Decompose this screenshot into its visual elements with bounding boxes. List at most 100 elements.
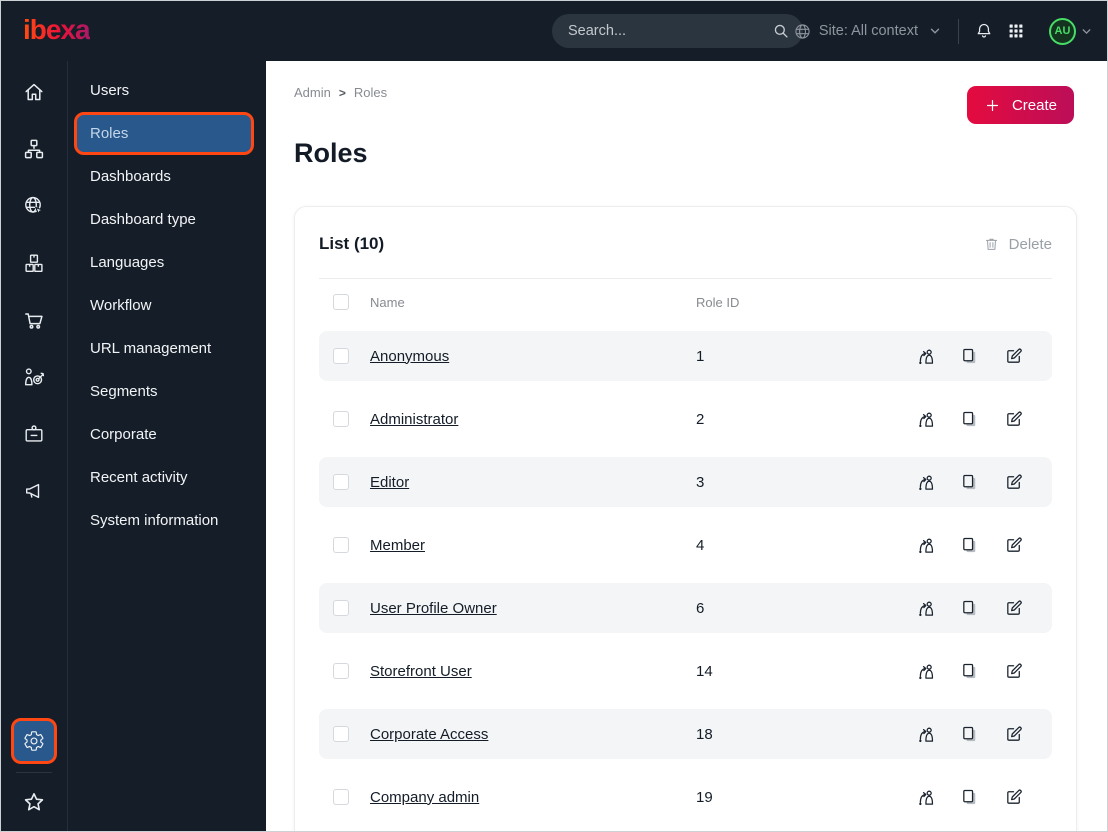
assign-users-icon[interactable] (916, 598, 936, 618)
globe-cursor-icon[interactable] (12, 184, 56, 228)
menu-item-languages[interactable]: Languages (68, 241, 266, 284)
assign-users-icon[interactable] (916, 724, 936, 744)
edit-icon[interactable] (1004, 661, 1024, 681)
copy-icon[interactable] (960, 409, 980, 429)
main-content: Admin > Roles Create Roles List (10) Del… (266, 61, 1107, 831)
role-name-link[interactable]: Storefront User (370, 663, 696, 680)
column-header-name: Name (370, 294, 405, 310)
create-button-label: Create (1011, 96, 1057, 114)
role-id-value: 2 (696, 410, 705, 428)
menu-item-corporate[interactable]: Corporate (68, 413, 266, 456)
person-target-icon[interactable] (12, 355, 56, 399)
role-name-link[interactable]: Corporate Access (370, 726, 696, 743)
role-id-value: 4 (696, 536, 705, 554)
menu-item-recent-activity[interactable]: Recent activity (68, 456, 266, 499)
home-icon[interactable] (12, 70, 56, 114)
role-id-value: 6 (696, 599, 705, 617)
menu-item-workflow[interactable]: Workflow (68, 284, 266, 327)
app-grid-icon[interactable] (1007, 22, 1025, 40)
role-name-link[interactable]: Anonymous (370, 348, 696, 365)
user-avatar[interactable]: AU (1049, 17, 1076, 45)
table-row-company-admin: Company admin 19 (319, 772, 1052, 822)
assign-users-icon[interactable] (916, 535, 936, 555)
delete-button-label: Delete (1008, 235, 1052, 253)
edit-icon[interactable] (1004, 409, 1024, 429)
search-icon[interactable] (772, 22, 790, 40)
chevron-down-icon[interactable] (1080, 25, 1093, 38)
edit-icon[interactable] (1004, 346, 1024, 366)
chevron-down-icon[interactable] (928, 24, 942, 38)
star-icon[interactable] (12, 781, 56, 825)
role-name-link[interactable]: Member (370, 537, 696, 554)
id-card-icon[interactable] (12, 412, 56, 456)
plus-icon (984, 97, 1001, 114)
edit-icon[interactable] (1004, 724, 1024, 744)
row-checkbox[interactable] (333, 537, 349, 553)
select-all-checkbox[interactable] (333, 294, 349, 310)
row-checkbox[interactable] (333, 789, 349, 805)
row-checkbox[interactable] (333, 663, 349, 679)
column-header-role-id: Role ID (696, 294, 740, 310)
edit-icon[interactable] (1004, 535, 1024, 555)
topbar: ibexa Site: All context (1, 1, 1107, 61)
copy-icon[interactable] (960, 787, 980, 807)
row-checkbox[interactable] (333, 411, 349, 427)
menu-item-segments[interactable]: Segments (68, 370, 266, 413)
copy-icon[interactable] (960, 346, 980, 366)
assign-users-icon[interactable] (916, 472, 936, 492)
copy-icon[interactable] (960, 535, 980, 555)
breadcrumb-admin[interactable]: Admin (294, 85, 331, 100)
trash-icon (983, 236, 1000, 253)
search-input[interactable] (568, 23, 772, 39)
create-button[interactable]: Create (966, 86, 1074, 124)
role-name-link[interactable]: Administrator (370, 411, 696, 428)
ibexa-logo[interactable]: ibexa (23, 14, 91, 46)
table-row-storefront-user: Storefront User 14 (319, 646, 1052, 696)
notifications-bell-icon[interactable] (974, 21, 994, 41)
menu-item-system-information[interactable]: System information (68, 499, 266, 542)
table-row-member: Member 4 (319, 520, 1052, 570)
row-checkbox[interactable] (333, 348, 349, 364)
table-row-user-profile-owner: User Profile Owner 6 (319, 583, 1052, 633)
copy-icon[interactable] (960, 472, 980, 492)
row-checkbox[interactable] (333, 726, 349, 742)
row-checkbox[interactable] (333, 600, 349, 616)
boxes-icon[interactable] (12, 241, 56, 285)
row-actions (916, 535, 1024, 555)
delete-button[interactable]: Delete (983, 236, 1052, 253)
globe-icon (793, 22, 812, 41)
topbar-divider (958, 18, 959, 44)
edit-icon[interactable] (1004, 472, 1024, 492)
role-id-value: 18 (696, 725, 713, 743)
breadcrumb-current: Roles (353, 85, 388, 100)
role-name-link[interactable]: Company admin (370, 789, 696, 806)
breadcrumb-separator: > (338, 85, 346, 100)
row-checkbox[interactable] (333, 474, 349, 490)
role-name-link[interactable]: User Profile Owner (370, 600, 696, 617)
menu-item-url-management[interactable]: URL management (68, 327, 266, 370)
table-row-administrator: Administrator 2 (319, 394, 1052, 444)
org-chart-icon[interactable] (12, 127, 56, 171)
assign-users-icon[interactable] (916, 661, 936, 681)
site-context-selector[interactable]: Site: All context (819, 23, 918, 39)
menu-item-dashboard-type[interactable]: Dashboard type (68, 198, 266, 241)
menu-item-users[interactable]: Users (68, 69, 266, 112)
row-actions (916, 409, 1024, 429)
copy-icon[interactable] (960, 661, 980, 681)
table-row-corporate-access: Corporate Access 18 (319, 709, 1052, 759)
menu-list: Users Roles Dashboards Dashboard type La… (68, 69, 266, 542)
assign-users-icon[interactable] (916, 409, 936, 429)
gear-icon[interactable] (11, 718, 57, 764)
page-title: Roles (294, 138, 368, 168)
assign-users-icon[interactable] (916, 346, 936, 366)
edit-icon[interactable] (1004, 598, 1024, 618)
cart-icon[interactable] (12, 298, 56, 342)
role-name-link[interactable]: Editor (370, 474, 696, 491)
menu-item-dashboards[interactable]: Dashboards (68, 155, 266, 198)
menu-item-roles[interactable]: Roles (74, 112, 254, 155)
copy-icon[interactable] (960, 724, 980, 744)
megaphone-icon[interactable] (12, 469, 56, 513)
edit-icon[interactable] (1004, 787, 1024, 807)
copy-icon[interactable] (960, 598, 980, 618)
assign-users-icon[interactable] (916, 787, 936, 807)
